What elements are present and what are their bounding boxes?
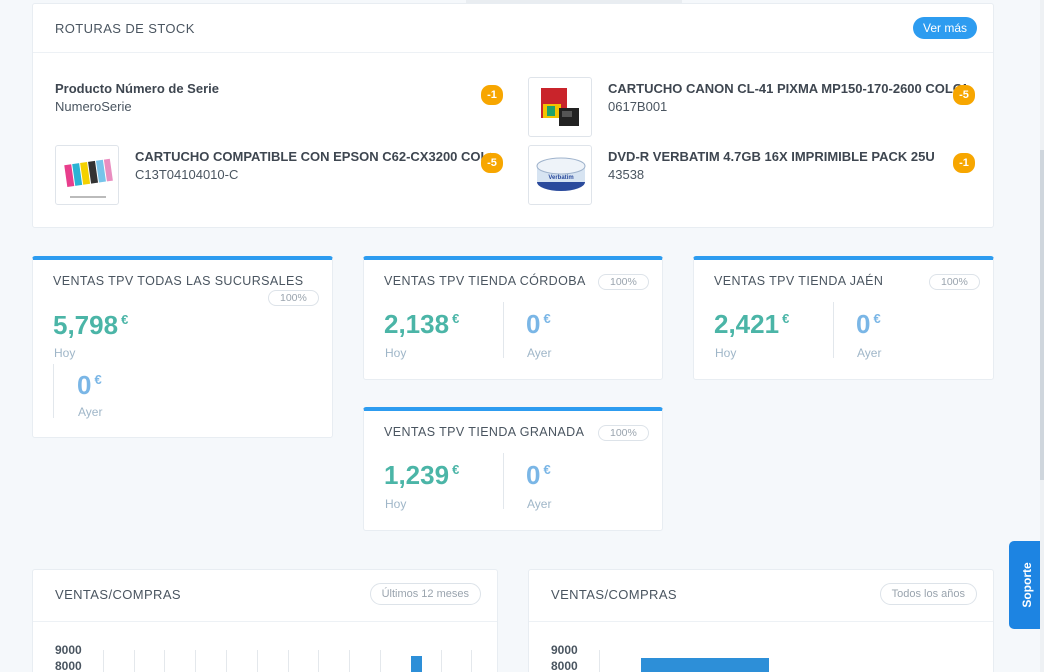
yesterday-amount: 0 € <box>77 370 102 400</box>
grid-line <box>288 650 289 672</box>
product-image: Verbatim <box>528 145 592 205</box>
range-selector-button[interactable]: Todos los años <box>879 583 977 605</box>
currency-symbol: € <box>121 312 129 328</box>
stock-item-serial: 0617B001 <box>608 99 668 114</box>
grid-line <box>226 650 227 672</box>
y-tick-label: 9000 <box>551 643 578 657</box>
divider <box>503 453 504 509</box>
sales-purchases-chart-12-months: VENTAS/COMPRAS Últimos 12 meses 9000 800… <box>32 569 498 672</box>
stock-item-name: CARTUCHO COMPATIBLE CON EPSON C62-CX3200… <box>135 149 491 164</box>
divider <box>833 302 834 358</box>
grid-line <box>164 650 165 672</box>
sales-card-all-branches: VENTAS TPV TODAS LAS SUCURSALES 100% 5,7… <box>32 256 333 438</box>
chart-header: VENTAS/COMPRAS Todos los años <box>529 570 993 622</box>
stock-item-serial: NumeroSerie <box>55 99 132 114</box>
sales-card-title: VENTAS TPV TIENDA CÓRDOBA <box>384 274 586 288</box>
today-amount: 2,138 € <box>384 309 460 339</box>
currency-symbol: € <box>452 311 460 327</box>
support-label: Soporte <box>1019 562 1034 608</box>
grid-line <box>103 650 104 672</box>
stock-item[interactable]: Verbatim DVD-R VERBATIM 4.7GB 16X IMPRIM… <box>528 145 968 205</box>
stock-item-serial: 43538 <box>608 167 645 182</box>
svg-text:Verbatim: Verbatim <box>548 175 573 181</box>
stock-item[interactable]: CARTUCHO COMPATIBLE CON EPSON C62-CX3200… <box>55 145 503 205</box>
currency-symbol: € <box>94 372 102 388</box>
grid-line <box>471 650 472 672</box>
stock-item-name: CARTUCHO CANON CL-41 PIXMA MP150-170-260… <box>608 81 966 96</box>
today-amount: 1,239 € <box>384 460 460 490</box>
grid-line <box>318 650 319 672</box>
currency-symbol: € <box>452 462 460 478</box>
stock-item[interactable]: CARTUCHO CANON CL-41 PIXMA MP150-170-260… <box>528 77 968 137</box>
percent-badge: 100% <box>929 274 980 290</box>
chart-title: VENTAS/COMPRAS <box>55 587 181 602</box>
stock-card-header: ROTURAS DE STOCK Ver más <box>33 4 993 53</box>
chart-header: VENTAS/COMPRAS Últimos 12 meses <box>33 570 497 622</box>
stock-item-serial: C13T04104010-C <box>135 167 239 182</box>
today-label: Hoy <box>715 346 737 360</box>
percent-badge: 100% <box>268 290 319 306</box>
stock-count-badge: -5 <box>953 85 975 105</box>
y-tick-label: 8000 <box>551 659 578 672</box>
y-tick-label: 8000 <box>55 659 82 672</box>
sales-card-title: VENTAS TPV TIENDA GRANADA <box>384 425 585 439</box>
stock-card-title: ROTURAS DE STOCK <box>55 21 195 36</box>
stock-count-badge: -1 <box>953 153 975 173</box>
chart-bar[interactable] <box>411 656 422 672</box>
grid-line <box>599 650 600 672</box>
today-label: Hoy <box>385 497 407 511</box>
stock-item-name: Producto Número de Serie <box>55 81 219 96</box>
product-image <box>55 145 119 205</box>
product-image <box>528 77 592 137</box>
yesterday-label: Ayer <box>527 346 552 360</box>
y-tick-label: 9000 <box>55 643 82 657</box>
sales-card-cordoba: VENTAS TPV TIENDA CÓRDOBA 100% 2,138 € Ho… <box>363 256 663 380</box>
stock-breaks-card: ROTURAS DE STOCK Ver más Producto Número… <box>32 3 994 228</box>
grid-line <box>441 650 442 672</box>
today-label: Hoy <box>385 346 407 360</box>
sales-card-granada: VENTAS TPV TIENDA GRANADA 100% 1,239 € Ho… <box>363 407 663 531</box>
grid-line <box>257 650 258 672</box>
range-selector-button[interactable]: Últimos 12 meses <box>369 583 481 605</box>
chart-title: VENTAS/COMPRAS <box>551 587 677 602</box>
currency-symbol: € <box>543 462 551 478</box>
grid-line <box>380 650 381 672</box>
sales-purchases-chart-all-years: VENTAS/COMPRAS Todos los años 9000 8000 <box>528 569 994 672</box>
grid-line <box>195 650 196 672</box>
percent-badge: 100% <box>598 274 649 290</box>
currency-symbol: € <box>782 311 790 327</box>
today-amount: 2,421 € <box>714 309 790 339</box>
yesterday-label: Ayer <box>78 405 103 419</box>
today-label: Hoy <box>54 346 76 360</box>
percent-badge: 100% <box>598 425 649 441</box>
sales-card-title: VENTAS TPV TODAS LAS SUCURSALES <box>53 274 304 288</box>
support-tab[interactable]: Soporte <box>1009 541 1044 629</box>
yesterday-label: Ayer <box>857 346 882 360</box>
stock-count-badge: -1 <box>481 85 503 105</box>
see-more-button[interactable]: Ver más <box>912 17 977 39</box>
chart-bar[interactable] <box>641 658 769 672</box>
divider <box>53 364 54 418</box>
divider <box>503 302 504 358</box>
yesterday-amount: 0 € <box>856 309 881 339</box>
scrollbar-thumb[interactable] <box>1040 150 1044 480</box>
grid-line <box>134 650 135 672</box>
sales-card-title: VENTAS TPV TIENDA JAÉN <box>714 274 884 288</box>
yesterday-amount: 0 € <box>526 309 551 339</box>
stock-item-name: DVD-R VERBATIM 4.7GB 16X IMPRIMIBLE PACK… <box>608 149 935 164</box>
sales-card-jaen: VENTAS TPV TIENDA JAÉN 100% 2,421 € Hoy 0… <box>693 256 994 380</box>
stock-item[interactable]: Producto Número de Serie NumeroSerie <box>55 81 505 141</box>
stock-count-badge: -5 <box>481 153 503 173</box>
yesterday-label: Ayer <box>527 497 552 511</box>
yesterday-amount: 0 € <box>526 460 551 490</box>
currency-symbol: € <box>543 311 551 327</box>
today-amount: 5,798 € <box>53 310 129 340</box>
currency-symbol: € <box>873 311 881 327</box>
grid-line <box>349 650 350 672</box>
